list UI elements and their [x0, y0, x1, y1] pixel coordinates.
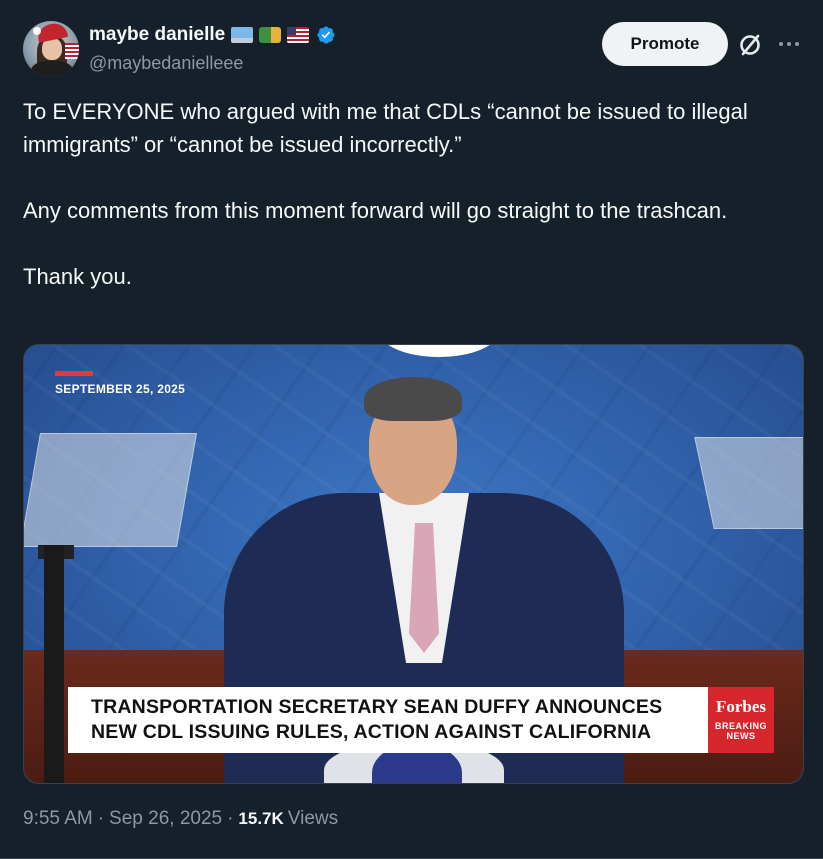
meta-separator: ·: [227, 808, 234, 829]
headline-line-2: NEW CDL ISSUING RULES, ACTION AGAINST CA…: [91, 721, 652, 743]
display-name[interactable]: maybe danielle: [89, 24, 225, 46]
verified-badge-icon[interactable]: [316, 25, 336, 45]
teleprompter-left: [24, 433, 198, 547]
avatar-body: [31, 61, 73, 77]
more-dots-icon[interactable]: [777, 34, 801, 54]
teleprompter-stand: [44, 545, 64, 783]
laptop-emoji-icon: [231, 27, 254, 43]
meta-separator: ·: [97, 808, 105, 829]
grok-icon[interactable]: [737, 32, 763, 58]
date-accent-bar: [55, 371, 93, 376]
breaking-label: BREAKING: [714, 721, 767, 731]
views-count[interactable]: 15.7K: [238, 809, 283, 829]
tweet-paragraph: To EVERYONE who argued with me that CDLs…: [23, 99, 748, 157]
tweet-time[interactable]: 9:55 AM: [23, 808, 93, 830]
speaker-hair: [364, 377, 462, 421]
flag-icon: [65, 43, 79, 59]
news-label: NEWS: [726, 731, 756, 741]
video-media[interactable]: SEPTEMBER 25, 2025 TRANSPORTATION SECRET…: [23, 344, 804, 784]
tweet-card: maybe danielle @maybedanielleee Promote …: [0, 0, 823, 859]
forbes-breaking-news-logo: Forbes BREAKING NEWS: [708, 687, 774, 753]
forbes-wordmark: Forbes: [715, 697, 767, 716]
us-flag-emoji-icon: [287, 27, 310, 43]
tweet-paragraph: Any comments from this moment forward wi…: [23, 198, 728, 223]
promote-button[interactable]: Promote: [602, 22, 728, 66]
tweet-text: To EVERYONE who argued with me that CDLs…: [23, 95, 813, 326]
truck-emoji-icon: [259, 27, 282, 43]
news-lower-third: TRANSPORTATION SECRETARY SEAN DUFFY ANNO…: [68, 687, 752, 753]
date-overlay: SEPTEMBER 25, 2025: [55, 382, 186, 396]
tweet-paragraph: Thank you.: [23, 264, 132, 289]
author-handle[interactable]: @maybedanielleee: [89, 53, 243, 74]
tweet-meta: 9:55 AM · Sep 26, 2025 · 15.7K Views: [23, 808, 338, 830]
author-name-row[interactable]: maybe danielle: [89, 24, 336, 46]
teleprompter-right: [694, 437, 803, 529]
hat-pom: [33, 27, 41, 35]
views-label: Views: [287, 808, 339, 829]
tweet-date[interactable]: Sep 26, 2025: [109, 808, 222, 830]
avatar[interactable]: [23, 21, 79, 77]
headline-line-1: TRANSPORTATION SECRETARY SEAN DUFFY ANNO…: [91, 696, 663, 718]
